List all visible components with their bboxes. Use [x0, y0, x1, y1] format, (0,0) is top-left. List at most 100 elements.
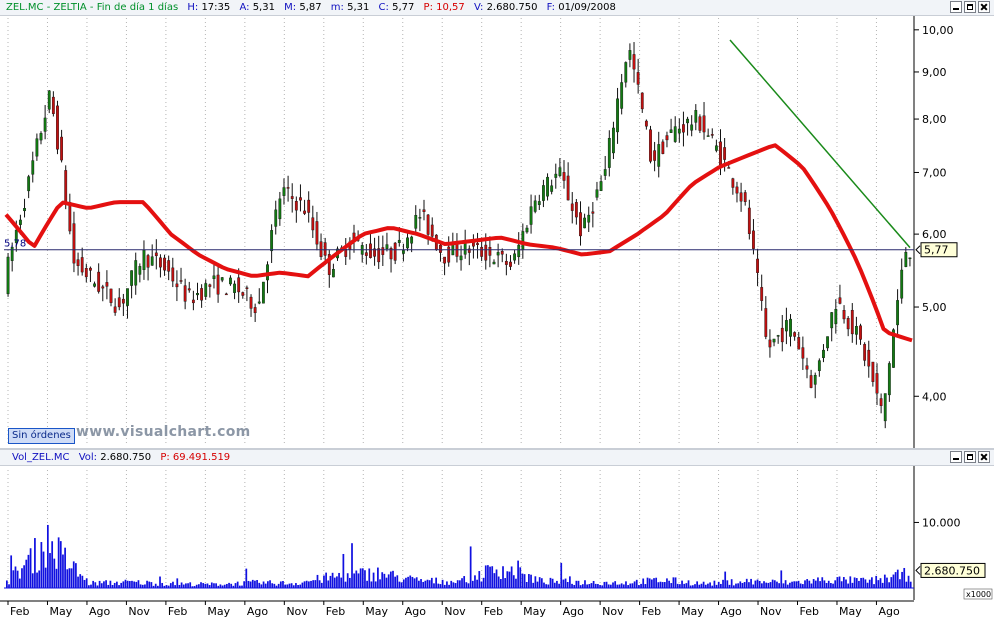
time-axis-label: Ago: [878, 605, 900, 618]
symbol-title: ZEL.MC - ZELTIA - Fin de día 1 días: [6, 2, 179, 13]
time-label: H:: [187, 2, 199, 13]
volume-bar: [383, 573, 386, 588]
volume-bar: [450, 580, 453, 588]
maximize-icon[interactable]: [964, 1, 976, 13]
volume-bar: [853, 577, 856, 588]
volume-bar: [70, 568, 73, 588]
volume-bar: [838, 576, 841, 588]
candle-body: [257, 301, 261, 304]
volume-bar: [72, 561, 75, 588]
candle-body: [377, 248, 381, 263]
order-status-button[interactable]: Sin órdenes: [8, 428, 75, 444]
volume-bar: [21, 568, 23, 588]
volume-bar: [851, 582, 854, 588]
candle-body: [500, 251, 504, 255]
price-chart[interactable]: 10,00 9,00 8,00 7,00 6,00 5,00 4,00 5,78 5,77: [0, 16, 994, 448]
volume-bar: [845, 579, 847, 588]
volume-bar: [279, 581, 282, 588]
volume-bar: [29, 548, 32, 588]
price-tick-label: 6,00: [922, 228, 947, 241]
last-price-label: 5,77: [924, 244, 949, 257]
volume-bar: [517, 560, 519, 588]
candle-body: [31, 160, 35, 175]
volume-bar: [521, 573, 524, 588]
volume-bar: [418, 580, 420, 588]
minimize-icon[interactable]: [950, 451, 962, 463]
volume-bar: [523, 574, 526, 588]
volume-bar: [534, 576, 537, 588]
volume-bar: [467, 583, 470, 588]
volume-bar: [377, 567, 379, 588]
volume-bar: [150, 582, 153, 588]
volume-bar: [586, 584, 588, 588]
candle-body: [776, 335, 780, 337]
volume-bar: [131, 580, 133, 588]
volume-bar: [832, 583, 834, 588]
volume-bar: [883, 574, 886, 588]
volume-bar: [739, 581, 742, 588]
volume-bar: [707, 583, 709, 588]
candle-body: [117, 297, 121, 308]
volume-bar: [478, 571, 481, 588]
volume-bar: [31, 573, 34, 588]
close-icon[interactable]: [978, 451, 990, 463]
candle-body: [830, 312, 834, 329]
candle-body: [694, 110, 698, 123]
volume-bar: [702, 581, 705, 588]
volume-bar: [100, 583, 103, 588]
volume-bar: [817, 577, 819, 588]
volume-bar: [336, 576, 338, 588]
volume-bar: [202, 583, 205, 588]
candle-body: [682, 124, 685, 133]
close-label: C:: [378, 2, 389, 13]
maximize-icon[interactable]: [964, 451, 976, 463]
candle-body: [323, 242, 327, 256]
volume-bar: [396, 575, 399, 588]
volume-bar: [528, 574, 530, 588]
candle-body: [179, 280, 183, 282]
candle-body: [414, 215, 418, 229]
close-icon[interactable]: [978, 1, 990, 13]
p-label: P:: [423, 2, 433, 13]
volume-bar: [34, 538, 36, 588]
volume-chart[interactable]: 10.000 2.680.750 x1000: [0, 466, 994, 600]
candle-body: [867, 349, 871, 367]
candle-body: [51, 96, 55, 114]
minimize-icon[interactable]: [950, 1, 962, 13]
volume-bar: [487, 565, 489, 588]
volume-bar: [98, 580, 101, 588]
volume-bar: [351, 543, 353, 588]
volume-bar: [200, 582, 202, 588]
time-axis-label: May: [207, 605, 230, 618]
candle-body: [871, 361, 875, 382]
candle-body: [241, 292, 245, 296]
volume-bar: [780, 570, 783, 588]
candle-body: [183, 285, 187, 302]
volume-bar: [825, 582, 828, 588]
volume-bar: [236, 581, 239, 588]
volume-bar: [525, 581, 528, 588]
volume-bar: [789, 582, 791, 588]
candle-body: [607, 137, 611, 168]
trendline: [729, 39, 911, 249]
volume-bar: [12, 570, 15, 588]
time-axis-label: Ago: [89, 605, 111, 618]
volume-bar: [411, 576, 414, 588]
volume-bar: [847, 583, 850, 588]
candle-body: [290, 196, 294, 199]
candle-body: [60, 136, 63, 161]
candle-body: [809, 375, 813, 388]
volume-bar: [271, 583, 274, 588]
candle-body: [397, 239, 401, 243]
candle-body: [698, 116, 702, 131]
volume-bar: [357, 573, 360, 588]
time-axis-label: Feb: [168, 605, 187, 618]
volume-bar: [133, 581, 135, 588]
volume-bar: [722, 579, 724, 588]
volume-bar: [538, 577, 541, 588]
volume-bar: [308, 581, 310, 588]
volume-bar: [454, 583, 457, 588]
volume-bar: [81, 575, 84, 588]
candle-body: [253, 307, 257, 314]
volume-bar: [594, 583, 597, 588]
